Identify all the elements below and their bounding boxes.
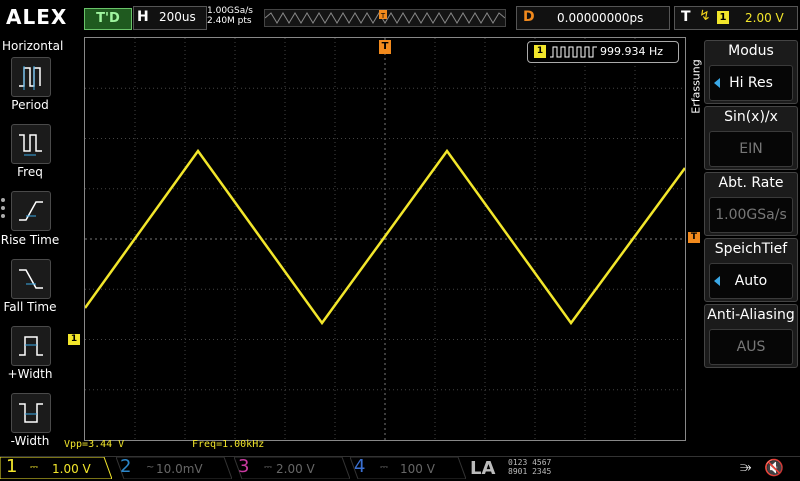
square-wave-icon bbox=[550, 46, 597, 58]
trigger-slope-icon: ↯ bbox=[699, 8, 711, 24]
anti-aliasing-menu[interactable]: Anti-Aliasing AUS bbox=[704, 304, 798, 368]
channel-4-tab[interactable]: 4 ⎓ 100 V bbox=[350, 456, 466, 479]
memory-depth-value[interactable]: Auto bbox=[709, 263, 793, 299]
waveform-display[interactable] bbox=[83, 37, 687, 441]
trigger-channel-badge: 1 bbox=[717, 11, 729, 24]
trigger-level-marker[interactable]: T bbox=[688, 232, 700, 243]
frequency-counter-channel: 1 bbox=[534, 45, 546, 58]
channel-1-trace bbox=[83, 148, 687, 326]
measure-freq: Freq=1.00kHz bbox=[192, 439, 265, 450]
channel-3-number: 3 bbox=[238, 456, 250, 477]
rise-time-button[interactable] bbox=[11, 191, 51, 231]
usb-icon: ⭄ bbox=[740, 460, 752, 476]
fall-time-label: Fall Time bbox=[3, 300, 57, 314]
select-arrow-icon bbox=[714, 276, 720, 286]
la-row-2: 8901 2345 bbox=[508, 467, 552, 476]
channel-3-scale: 2.00 V bbox=[276, 462, 315, 476]
measure-vpp: Vpp=3.44 V bbox=[64, 439, 125, 450]
page-dot bbox=[1, 206, 5, 210]
svg-text:T: T bbox=[380, 12, 386, 20]
channel-1-number: 1 bbox=[6, 456, 18, 477]
sample-info: 1.00GSa/s 2.40M pts bbox=[207, 6, 263, 28]
anti-aliasing-title: Anti-Aliasing bbox=[707, 307, 795, 323]
delay-value: 0.00000000ps bbox=[557, 11, 644, 25]
freq-icon bbox=[19, 134, 42, 156]
modus-value[interactable]: Hi Res bbox=[709, 65, 793, 101]
rise-time-icon bbox=[19, 201, 43, 221]
sample-rate-menu[interactable]: Abt. Rate 1.00GSa/s bbox=[704, 172, 798, 236]
frequency-counter: 1 999.934 Hz bbox=[527, 41, 679, 63]
channel-2-scale: 10.0mV bbox=[156, 462, 203, 476]
pos-width-icon bbox=[19, 336, 43, 356]
menu-section-text: Erfassung bbox=[689, 59, 703, 114]
memory-depth-menu[interactable]: SpeichTief Auto bbox=[704, 238, 798, 302]
page-dot bbox=[1, 214, 5, 218]
delay-box[interactable]: D 0.00000000ps bbox=[516, 6, 670, 30]
channel-2-number: 2 bbox=[120, 456, 132, 477]
logic-analyzer-label[interactable]: LA bbox=[470, 458, 495, 479]
channel-3-coupling-icon: ⎓ bbox=[264, 462, 272, 473]
horizontal-label: H bbox=[137, 9, 149, 25]
select-arrow-icon bbox=[714, 78, 720, 88]
neg-width-icon bbox=[19, 403, 43, 423]
period-icon bbox=[19, 66, 41, 90]
channel-4-coupling-icon: ⎓ bbox=[380, 462, 388, 473]
sample-rate-title: Abt. Rate bbox=[718, 175, 784, 191]
ch1-offset-marker[interactable]: 1 bbox=[68, 334, 80, 345]
period-label: Period bbox=[11, 98, 49, 112]
logic-analyzer-channels[interactable]: 0123 4567 8901 2345 bbox=[508, 458, 551, 476]
memory-depth-title: SpeichTief bbox=[714, 241, 788, 257]
page-dot bbox=[1, 198, 5, 202]
sinx-menu[interactable]: Sin(x)/x EIN bbox=[704, 106, 798, 170]
channel-3-tab[interactable]: 3 ⎓ 2.00 V bbox=[234, 456, 350, 479]
trigger-position-marker[interactable]: T bbox=[379, 40, 391, 54]
channel-2-coupling-icon: ~ bbox=[146, 462, 155, 473]
channel-1-scale: 1.00 V bbox=[52, 462, 91, 476]
trigger-box[interactable]: T ↯ 1 2.00 V bbox=[674, 6, 798, 30]
channel-1-coupling-icon: ⎓ bbox=[30, 462, 38, 473]
page-indicator bbox=[1, 198, 5, 222]
waveform-graticule bbox=[83, 38, 687, 440]
modus-menu[interactable]: Modus Hi Res bbox=[704, 40, 798, 104]
freq-button[interactable] bbox=[11, 124, 51, 164]
modus-title: Modus bbox=[728, 43, 774, 59]
channel-4-scale: 100 V bbox=[400, 462, 435, 476]
timebase-box[interactable]: H 200us bbox=[133, 6, 207, 30]
memory-depth-value-text: Auto bbox=[734, 273, 768, 289]
menu-section-label: Erfassung bbox=[686, 40, 704, 140]
modus-value-text: Hi Res bbox=[729, 75, 773, 91]
speaker-mute-icon[interactable]: 🔇 bbox=[764, 458, 784, 477]
timebase-value: 200us bbox=[159, 10, 196, 24]
neg-width-button[interactable] bbox=[11, 393, 51, 433]
sinx-title: Sin(x)/x bbox=[724, 109, 778, 125]
period-button[interactable] bbox=[11, 57, 51, 97]
fall-time-icon bbox=[19, 269, 43, 289]
sample-rate: 1.00GSa/s bbox=[207, 6, 253, 16]
channel-2-tab[interactable]: 2 ~ 10.0mV bbox=[116, 456, 232, 479]
fall-time-button[interactable] bbox=[11, 259, 51, 299]
channel-1-tab[interactable]: 1 ⎓ 1.00 V bbox=[0, 456, 112, 479]
rise-time-label: Rise Time bbox=[0, 233, 60, 247]
anti-aliasing-value[interactable]: AUS bbox=[709, 329, 793, 365]
channel-4-number: 4 bbox=[354, 456, 366, 477]
trigger-status-badge[interactable]: T'D bbox=[84, 8, 132, 30]
brand-logo: ALEX bbox=[6, 5, 68, 29]
neg-width-label: -Width bbox=[10, 434, 50, 448]
sinx-value[interactable]: EIN bbox=[709, 131, 793, 167]
frequency-counter-value: 999.934 Hz bbox=[600, 45, 664, 58]
trigger-label: T bbox=[681, 9, 691, 25]
la-row-1: 0123 4567 bbox=[508, 458, 552, 467]
memory-timeline[interactable]: T bbox=[264, 9, 506, 27]
trigger-level: 2.00 V bbox=[745, 11, 784, 25]
pos-width-button[interactable] bbox=[11, 326, 51, 366]
memory-points: 2.40M pts bbox=[207, 16, 252, 26]
delay-label: D bbox=[523, 9, 535, 25]
measure-category-title: Horizontal bbox=[2, 39, 64, 53]
timeline-wave-icon: T bbox=[264, 10, 506, 24]
sample-rate-value[interactable]: 1.00GSa/s bbox=[709, 197, 793, 233]
freq-label: Freq bbox=[17, 165, 43, 179]
pos-width-label: +Width bbox=[7, 367, 53, 381]
